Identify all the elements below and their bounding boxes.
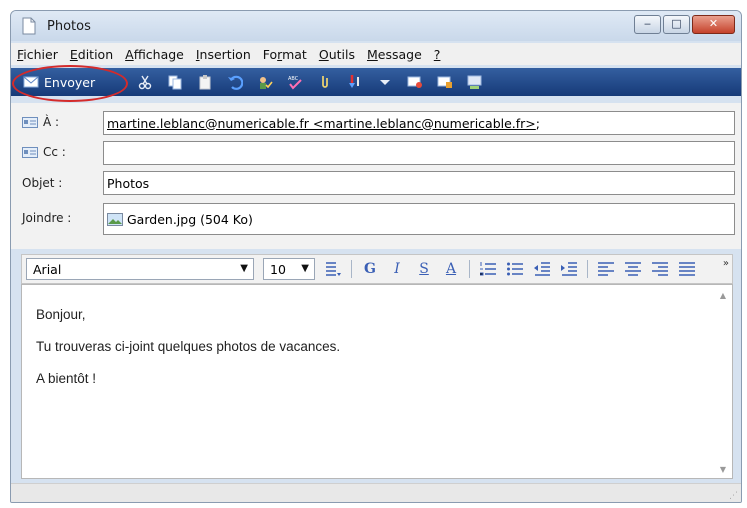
- send-icon: [23, 76, 39, 88]
- minimize-icon: ‒: [644, 17, 651, 30]
- send-button[interactable]: Envoyer: [21, 72, 95, 92]
- decrease-indent-icon[interactable]: [533, 260, 551, 278]
- close-icon: ✕: [708, 17, 719, 30]
- scroll-down-icon[interactable]: ▼: [720, 465, 726, 474]
- bold-button[interactable]: G: [361, 260, 379, 278]
- font-color-button[interactable]: A: [442, 260, 460, 278]
- minimize-button[interactable]: ‒: [634, 15, 661, 34]
- body-line: A bientôt !: [36, 371, 97, 386]
- toolbar: Envoyer ABC: [11, 68, 741, 96]
- maximize-icon: □: [671, 17, 682, 30]
- to-field[interactable]: martine.leblanc@numericable.fr <martine.…: [103, 111, 735, 135]
- bullet-list-icon[interactable]: [506, 260, 524, 278]
- spell-check-icon[interactable]: ABC: [287, 74, 303, 90]
- align-right-icon[interactable]: [651, 260, 669, 278]
- sign-icon[interactable]: [407, 74, 423, 90]
- window-controls: ‒ □ ✕: [632, 15, 735, 34]
- menu-edition[interactable]: Edition: [70, 47, 113, 62]
- subject-row: Objet : Photos: [11, 171, 741, 197]
- menu-outils[interactable]: Outils: [319, 47, 355, 62]
- close-button[interactable]: ✕: [692, 15, 735, 34]
- attach-icon[interactable]: [317, 74, 333, 90]
- chevron-down-icon: ▼: [301, 263, 309, 274]
- svg-text:ABC: ABC: [288, 76, 299, 82]
- address-book-icon: [22, 116, 38, 128]
- to-label: À :: [43, 115, 60, 129]
- cc-label: Cc :: [43, 145, 66, 159]
- align-left-icon[interactable]: [597, 260, 615, 278]
- toolbar-separator: [469, 260, 470, 278]
- title-bar[interactable]: Photos ‒ □ ✕: [11, 11, 741, 41]
- underline-button[interactable]: S: [415, 260, 433, 278]
- encrypt-icon[interactable]: [437, 74, 453, 90]
- format-toolbar: Arial ▼ 10 ▼ G I S A »: [21, 254, 733, 284]
- to-label-button[interactable]: À :: [22, 115, 59, 129]
- align-center-icon[interactable]: [624, 260, 642, 278]
- cc-row: Cc :: [11, 141, 741, 167]
- message-body[interactable]: Bonjour, Tu trouveras ci-joint quelques …: [21, 284, 733, 479]
- menu-help[interactable]: ?: [434, 47, 441, 62]
- offline-icon[interactable]: [467, 74, 483, 90]
- paragraph-style-icon[interactable]: [324, 260, 342, 278]
- menu-message[interactable]: Message: [367, 47, 422, 62]
- undo-icon[interactable]: [227, 74, 243, 90]
- message-body-text: Bonjour, Tu trouveras ci-joint quelques …: [36, 307, 340, 403]
- attach-row: Joindre : Garden.jpg (504 Ko): [11, 203, 741, 237]
- toolbar-icons: ABC: [137, 74, 497, 90]
- justify-icon[interactable]: [678, 260, 696, 278]
- priority-dropdown-icon[interactable]: [377, 74, 393, 90]
- subject-label: Objet :: [22, 176, 63, 190]
- maximize-button[interactable]: □: [663, 15, 690, 34]
- font-select[interactable]: Arial ▼: [26, 258, 254, 280]
- menu-affichage[interactable]: Affichage: [125, 47, 184, 62]
- increase-indent-icon[interactable]: [560, 260, 578, 278]
- toolbar-overflow-icon[interactable]: »: [723, 258, 729, 269]
- attachment-item[interactable]: Garden.jpg (504 Ko): [127, 212, 253, 227]
- message-headers: À : martine.leblanc@numericable.fr <mart…: [11, 103, 741, 249]
- paste-icon[interactable]: [197, 74, 213, 90]
- to-value: martine.leblanc@numericable.fr <martine.…: [107, 115, 536, 131]
- to-row: À : martine.leblanc@numericable.fr <mart…: [11, 111, 741, 137]
- document-icon: [22, 17, 36, 35]
- font-value: Arial: [33, 261, 62, 277]
- italic-button[interactable]: I: [388, 260, 406, 278]
- numbered-list-icon[interactable]: [479, 260, 497, 278]
- chevron-down-icon: ▼: [240, 263, 248, 274]
- body-line: Bonjour,: [36, 307, 86, 322]
- compose-window: Photos ‒ □ ✕ Fichier Edition Affichage I…: [10, 10, 742, 503]
- font-size-value: 10: [270, 261, 286, 277]
- menu-fichier[interactable]: Fichier: [17, 47, 58, 62]
- attach-field[interactable]: Garden.jpg (504 Ko): [103, 203, 735, 235]
- toolbar-separator: [587, 260, 588, 278]
- cc-label-button[interactable]: Cc :: [22, 145, 66, 159]
- cut-icon[interactable]: [137, 74, 153, 90]
- subject-field[interactable]: Photos: [103, 171, 735, 195]
- address-book-icon: [22, 146, 38, 158]
- menu-insertion[interactable]: Insertion: [196, 47, 251, 62]
- send-label: Envoyer: [44, 74, 96, 90]
- to-separator: ;: [535, 115, 540, 131]
- window-title: Photos: [47, 19, 91, 34]
- image-file-icon: [107, 212, 123, 226]
- cc-field[interactable]: [103, 141, 735, 165]
- resize-grip-icon[interactable]: ⋰: [729, 491, 738, 501]
- attach-label: Joindre :: [22, 211, 72, 225]
- font-size-select[interactable]: 10 ▼: [263, 258, 315, 280]
- scroll-up-icon[interactable]: ▲: [720, 291, 726, 300]
- subject-value: Photos: [107, 175, 150, 191]
- copy-icon[interactable]: [167, 74, 183, 90]
- check-names-icon[interactable]: [257, 74, 273, 90]
- format-icons: G I S A: [324, 260, 705, 278]
- menu-format[interactable]: Format: [263, 47, 307, 62]
- body-line: Tu trouveras ci-joint quelques photos de…: [36, 339, 341, 354]
- menu-bar: Fichier Edition Affichage Insertion Form…: [11, 43, 741, 65]
- toolbar-separator: [351, 260, 352, 278]
- priority-icon[interactable]: [347, 74, 363, 90]
- status-bar: ⋰: [11, 483, 741, 502]
